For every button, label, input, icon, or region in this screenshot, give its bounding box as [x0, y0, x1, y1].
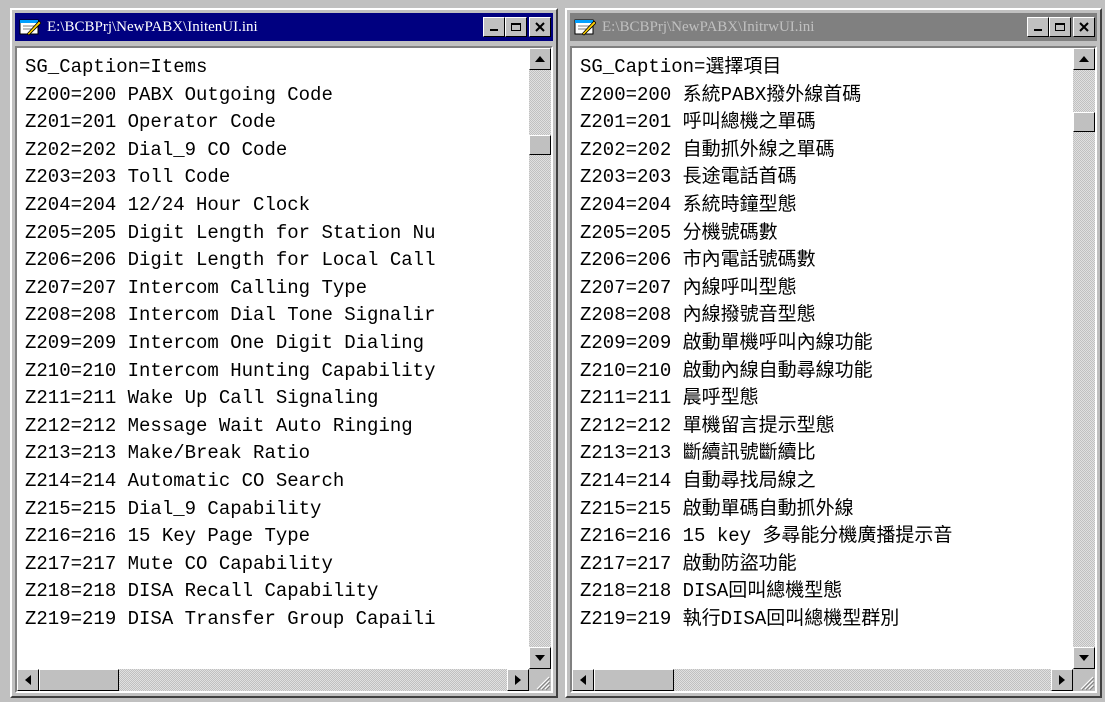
horizontal-scrollbar[interactable] — [572, 669, 1073, 691]
editor-client-area[interactable]: SG_Caption=Items Z200=200 PABX Outgoing C… — [15, 46, 553, 693]
text-line[interactable]: Z219=219 DISA Transfer Group Capaili — [25, 606, 529, 634]
text-line[interactable]: Z209=209 Intercom One Digit Dialing — [25, 330, 529, 358]
notepad-icon — [19, 19, 41, 36]
text-line[interactable]: Z215=215 啟動單碼自動抓外線 — [580, 496, 1073, 524]
text-line[interactable]: Z201=201 呼叫總機之單碼 — [580, 109, 1073, 137]
maximize-icon — [511, 23, 521, 31]
minimize-button[interactable] — [483, 17, 505, 37]
text-line[interactable]: Z216=216 15 Key Page Type — [25, 523, 529, 551]
size-grip[interactable] — [1073, 669, 1095, 691]
window-title: E:\BCBPrj\NewPABX\InitenUI.ini — [47, 18, 258, 35]
minimize-button[interactable] — [1027, 17, 1049, 37]
text-line[interactable]: Z200=200 系統PABX撥外線首碼 — [580, 82, 1073, 110]
text-line[interactable]: Z212=212 Message Wait Auto Ringing — [25, 413, 529, 441]
scroll-up-button[interactable] — [1073, 48, 1095, 70]
scroll-left-arrow-icon — [25, 675, 31, 685]
text-line[interactable]: Z217=217 Mute CO Capability — [25, 551, 529, 579]
text-line[interactable]: Z207=207 內線呼叫型態 — [580, 275, 1073, 303]
text-line[interactable]: Z206=206 Digit Length for Local Call — [25, 247, 529, 275]
scroll-down-button[interactable] — [1073, 647, 1095, 669]
scroll-left-button[interactable] — [17, 669, 39, 691]
minimize-icon — [490, 29, 498, 31]
scroll-up-arrow-icon — [535, 56, 545, 62]
text-line[interactable]: Z218=218 DISA回叫總機型態 — [580, 578, 1073, 606]
text-line[interactable]: Z213=213 Make/Break Ratio — [25, 440, 529, 468]
maximize-button[interactable] — [1049, 17, 1071, 37]
scroll-down-arrow-icon — [1079, 655, 1089, 661]
title-bar[interactable]: E:\BCBPrj\NewPABX\InitenUI.ini — [15, 13, 553, 41]
text-line[interactable]: Z214=214 Automatic CO Search — [25, 468, 529, 496]
text-line[interactable]: Z209=209 啟動單機呼叫內線功能 — [580, 330, 1073, 358]
scroll-down-arrow-icon — [535, 655, 545, 661]
text-line[interactable]: Z215=215 Dial_9 Capability — [25, 496, 529, 524]
text-line[interactable]: Z217=217 啟動防盜功能 — [580, 551, 1073, 579]
text-line[interactable]: Z204=204 系統時鐘型態 — [580, 192, 1073, 220]
close-button[interactable] — [529, 17, 551, 37]
text-line[interactable]: Z216=216 15 key 多尋能分機廣播提示音 — [580, 523, 1073, 551]
text-line[interactable]: Z211=211 Wake Up Call Signaling — [25, 385, 529, 413]
text-line[interactable]: Z205=205 分機號碼數 — [580, 220, 1073, 248]
notepad-icon — [574, 19, 596, 36]
text-line[interactable]: Z206=206 市內電話號碼數 — [580, 247, 1073, 275]
text-line[interactable]: Z210=210 Intercom Hunting Capability — [25, 358, 529, 386]
text-line[interactable]: Z204=204 12/24 Hour Clock — [25, 192, 529, 220]
close-icon — [535, 22, 545, 32]
scroll-down-button[interactable] — [529, 647, 551, 669]
minimize-icon — [1034, 29, 1042, 31]
text-line[interactable]: Z208=208 Intercom Dial Tone Signalir — [25, 302, 529, 330]
scroll-left-arrow-icon — [580, 675, 586, 685]
maximize-icon — [1055, 23, 1065, 31]
text-line[interactable]: Z219=219 執行DISA回叫總機型群別 — [580, 606, 1073, 634]
scroll-right-arrow-icon — [1059, 675, 1065, 685]
text-line[interactable]: Z207=207 Intercom Calling Type — [25, 275, 529, 303]
scroll-up-button[interactable] — [529, 48, 551, 70]
text-line[interactable]: Z205=205 Digit Length for Station Nu — [25, 220, 529, 248]
scroll-left-button[interactable] — [572, 669, 594, 691]
maximize-button[interactable] — [505, 17, 527, 37]
title-bar[interactable]: E:\BCBPrj\NewPABX\InitrwUI.ini — [570, 13, 1097, 41]
horizontal-scrollbar[interactable] — [17, 669, 529, 691]
scroll-right-arrow-icon — [515, 675, 521, 685]
text-line[interactable]: Z200=200 PABX Outgoing Code — [25, 82, 529, 110]
vertical-scrollbar[interactable] — [1073, 48, 1095, 669]
right-editor-window[interactable]: E:\BCBPrj\NewPABX\InitrwUI.ini SG_Captio… — [565, 8, 1102, 698]
editor-client-area[interactable]: SG_Caption=選擇項目 Z200=200 系統PABX撥外線首碼 Z201=… — [570, 46, 1097, 693]
text-line[interactable]: SG_Caption=Items — [25, 54, 529, 82]
text-editor-area[interactable]: SG_Caption=Items Z200=200 PABX Outgoing C… — [17, 48, 529, 669]
text-line[interactable]: Z212=212 單機留言提示型態 — [580, 413, 1073, 441]
text-line[interactable]: Z214=214 自動尋找局線之 — [580, 468, 1073, 496]
left-editor-window[interactable]: E:\BCBPrj\NewPABX\InitenUI.ini SG_Captio… — [10, 8, 558, 698]
scroll-right-button[interactable] — [1051, 669, 1073, 691]
horizontal-scroll-thumb[interactable] — [39, 669, 119, 691]
text-line[interactable]: Z202=202 Dial_9 CO Code — [25, 137, 529, 165]
text-line[interactable]: Z218=218 DISA Recall Capability — [25, 578, 529, 606]
text-line[interactable]: Z203=203 Toll Code — [25, 164, 529, 192]
horizontal-scroll-thumb[interactable] — [594, 669, 674, 691]
text-line[interactable]: Z202=202 自動抓外線之單碼 — [580, 137, 1073, 165]
size-grip[interactable] — [529, 669, 551, 691]
text-line[interactable]: Z210=210 啟動內線自動尋線功能 — [580, 358, 1073, 386]
text-line[interactable]: Z213=213 斷續訊號斷續比 — [580, 440, 1073, 468]
text-line[interactable]: SG_Caption=選擇項目 — [580, 54, 1073, 82]
vertical-scroll-thumb[interactable] — [529, 135, 551, 155]
size-grip-icon — [1080, 676, 1095, 691]
text-line[interactable]: Z201=201 Operator Code — [25, 109, 529, 137]
text-line[interactable]: Z208=208 內線撥號音型態 — [580, 302, 1073, 330]
text-editor-area[interactable]: SG_Caption=選擇項目 Z200=200 系統PABX撥外線首碼 Z201=… — [572, 48, 1073, 669]
scroll-up-arrow-icon — [1079, 56, 1089, 62]
size-grip-icon — [536, 676, 551, 691]
vertical-scroll-thumb[interactable] — [1073, 112, 1095, 132]
close-button[interactable] — [1073, 17, 1095, 37]
scroll-right-button[interactable] — [507, 669, 529, 691]
text-line[interactable]: Z211=211 晨呼型態 — [580, 385, 1073, 413]
close-icon — [1079, 22, 1089, 32]
vertical-scrollbar[interactable] — [529, 48, 551, 669]
window-title: E:\BCBPrj\NewPABX\InitrwUI.ini — [602, 18, 815, 35]
text-line[interactable]: Z203=203 長途電話首碼 — [580, 164, 1073, 192]
